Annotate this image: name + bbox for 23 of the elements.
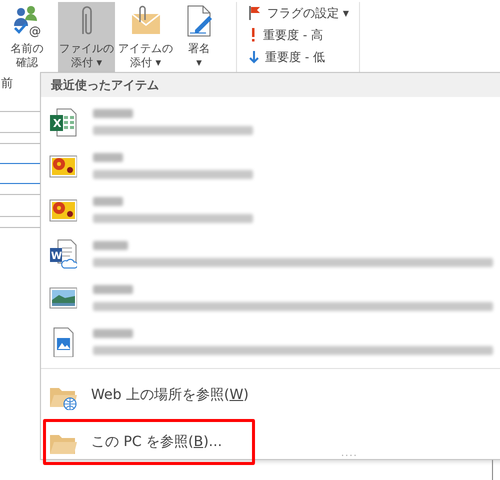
envelope-button[interactable]: アイテムの 添付 ▾: [117, 2, 174, 72]
browse-option[interactable]: Web 上の場所を参照(W): [43, 375, 500, 415]
menu-header: 最近使ったアイテム: [41, 73, 500, 97]
blurred-text: [93, 109, 133, 118]
group-label: 前: [1, 75, 13, 92]
browse-option[interactable]: この PC を参照(B)...: [43, 419, 255, 465]
down-arrow-button[interactable]: 重要度 - 低: [245, 46, 353, 68]
blurred-text: [93, 153, 123, 162]
blurred-text: [93, 285, 133, 294]
blurred-text: [93, 241, 128, 250]
flag-icon: [249, 6, 261, 20]
blurred-text: [93, 197, 123, 206]
flag-button[interactable]: フラグの設定 ▾: [245, 2, 353, 24]
paperclip-button[interactable]: ファイルの 添付 ▾: [58, 2, 115, 72]
exclamation-button[interactable]: 重要度 - 高: [245, 24, 353, 46]
names-button[interactable]: @ 名前の 確認: [4, 2, 50, 72]
paperclip-icon: [82, 6, 92, 36]
document-pen-button[interactable]: 署名 ▾: [176, 2, 222, 72]
recent-item[interactable]: X: [41, 100, 500, 144]
recent-item[interactable]: W: [41, 232, 500, 276]
down-arrow-icon: [249, 50, 259, 64]
blurred-text: [93, 329, 133, 338]
exclamation-icon: [249, 28, 257, 42]
